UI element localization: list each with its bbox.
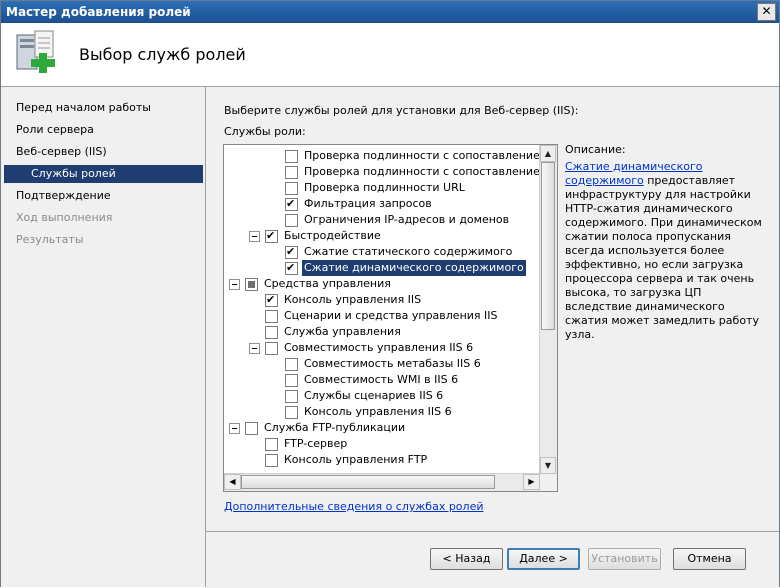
checkbox-checked[interactable] <box>285 244 298 260</box>
tree-item-label[interactable]: Сжатие статического содержимого <box>304 244 512 260</box>
tree-item-label[interactable]: Проверка подлинности с сопоставлением се… <box>304 164 557 180</box>
checkbox[interactable] <box>265 438 278 451</box>
checkbox-checked[interactable] <box>265 228 278 244</box>
checkbox-checked[interactable] <box>265 292 278 308</box>
tree-item-label[interactable]: Фильтрация запросов <box>304 196 432 212</box>
checkbox-partial[interactable] <box>245 278 258 291</box>
role-services-tree[interactable]: Проверка подлинности с сопоставлением се… <box>223 144 558 492</box>
scroll-left-icon[interactable]: ◀ <box>224 474 241 490</box>
checkbox[interactable] <box>285 166 298 179</box>
step-server-roles[interactable]: Роли сервера <box>16 121 94 139</box>
tree-item-label[interactable]: Быстродействие <box>284 228 381 244</box>
install-button: Установить <box>588 548 661 570</box>
wizard-window: Мастер добавления ролей ✕ Выбор служб ро… <box>0 0 780 588</box>
checkbox-checked[interactable] <box>285 260 298 276</box>
close-button[interactable]: ✕ <box>757 3 776 21</box>
back-button[interactable]: < Назад <box>430 548 503 570</box>
collapse-icon[interactable] <box>229 423 240 434</box>
wizard-footer: < Назад Далее > Установить Отмена <box>206 531 779 588</box>
tree-item-label[interactable]: Проверка подлинности с сопоставлением се… <box>304 148 557 164</box>
checkbox[interactable] <box>285 358 298 371</box>
checkbox[interactable] <box>265 310 278 323</box>
window-title: Мастер добавления ролей <box>6 5 191 19</box>
tree-item-label[interactable]: Средства управления <box>264 276 391 292</box>
description-text: предоставляет инфраструктуру для настрой… <box>565 174 762 341</box>
role-services-label: Службы роли: <box>224 125 306 138</box>
scroll-up-icon[interactable]: ▲ <box>540 145 556 162</box>
more-info-link[interactable]: Дополнительные сведения о службах ролей <box>224 500 484 513</box>
checkbox-checked[interactable] <box>285 196 298 212</box>
vertical-scrollbar[interactable]: ▲ ▼ <box>539 145 557 474</box>
description-label: Описание: <box>565 143 626 156</box>
checkbox[interactable] <box>285 406 298 419</box>
cancel-button[interactable]: Отмена <box>673 548 746 570</box>
tree-item-label[interactable]: Совместимость метабазы IIS 6 <box>304 356 481 372</box>
collapse-icon[interactable] <box>249 343 260 354</box>
checkbox[interactable] <box>245 422 258 435</box>
instruction-text: Выберите службы ролей для установки для … <box>224 104 579 117</box>
tree-item-label[interactable]: Совместимость WMI в IIS 6 <box>304 372 458 388</box>
page-title: Выбор служб ролей <box>79 45 246 64</box>
collapse-icon[interactable] <box>229 279 240 290</box>
wizard-steps-sidebar: Перед началом работы Роли сервера Веб-се… <box>1 87 206 587</box>
tree-item-label[interactable]: Сценарии и средства управления IIS <box>284 308 498 324</box>
tree-item-label[interactable]: Службы сценариев IIS 6 <box>304 388 443 404</box>
step-before-you-begin[interactable]: Перед началом работы <box>16 99 151 117</box>
server-roles-add-icon <box>16 30 55 73</box>
step-confirmation[interactable]: Подтверждение <box>16 187 111 205</box>
tree-item-label[interactable]: Консоль управления FTP <box>284 452 427 468</box>
tree-item-label[interactable]: Сжатие динамического содержимого <box>301 259 527 277</box>
step-progress: Ход выполнения <box>16 211 113 224</box>
collapse-icon[interactable] <box>249 231 260 242</box>
checkbox[interactable] <box>285 214 298 227</box>
step-web-server-iis[interactable]: Веб-сервер (IIS) <box>16 143 107 161</box>
checkbox[interactable] <box>285 182 298 195</box>
scroll-down-icon[interactable]: ▼ <box>540 457 556 474</box>
step-results: Результаты <box>16 233 84 246</box>
tree-item-label[interactable]: Консоль управления IIS 6 <box>304 404 452 420</box>
tree-item-label[interactable]: Проверка подлинности URL <box>304 180 465 196</box>
checkbox[interactable] <box>285 374 298 387</box>
tree-item-label[interactable]: Консоль управления IIS <box>284 292 421 308</box>
horizontal-scroll-thumb[interactable] <box>241 475 495 489</box>
tree-item-label[interactable]: Служба управления <box>284 324 401 340</box>
title-bar[interactable]: Мастер добавления ролей ✕ <box>1 1 779 23</box>
checkbox[interactable] <box>285 390 298 403</box>
scrollbar-corner <box>540 474 557 491</box>
tree-item-label[interactable]: FTP-сервер <box>284 436 347 452</box>
checkbox[interactable] <box>265 342 278 355</box>
horizontal-scrollbar[interactable]: ◀ ▶ <box>224 473 540 491</box>
step-role-services[interactable]: Службы ролей <box>4 165 203 183</box>
scroll-right-icon[interactable]: ▶ <box>523 474 540 490</box>
tree-item-label[interactable]: Ограничения IP-адресов и доменов <box>304 212 509 228</box>
checkbox[interactable] <box>285 150 298 163</box>
tree-item-label[interactable]: Служба FTP-публикации <box>264 420 405 436</box>
checkbox[interactable] <box>265 454 278 467</box>
checkbox[interactable] <box>265 326 278 339</box>
description-panel: Описание: Сжатие динамического содержимо… <box>565 143 763 342</box>
vertical-scroll-thumb[interactable] <box>541 162 555 330</box>
tree-item-label[interactable]: Совместимость управления IIS 6 <box>284 340 473 356</box>
wizard-header: Выбор служб ролей <box>1 23 779 87</box>
next-button[interactable]: Далее > <box>507 548 580 570</box>
